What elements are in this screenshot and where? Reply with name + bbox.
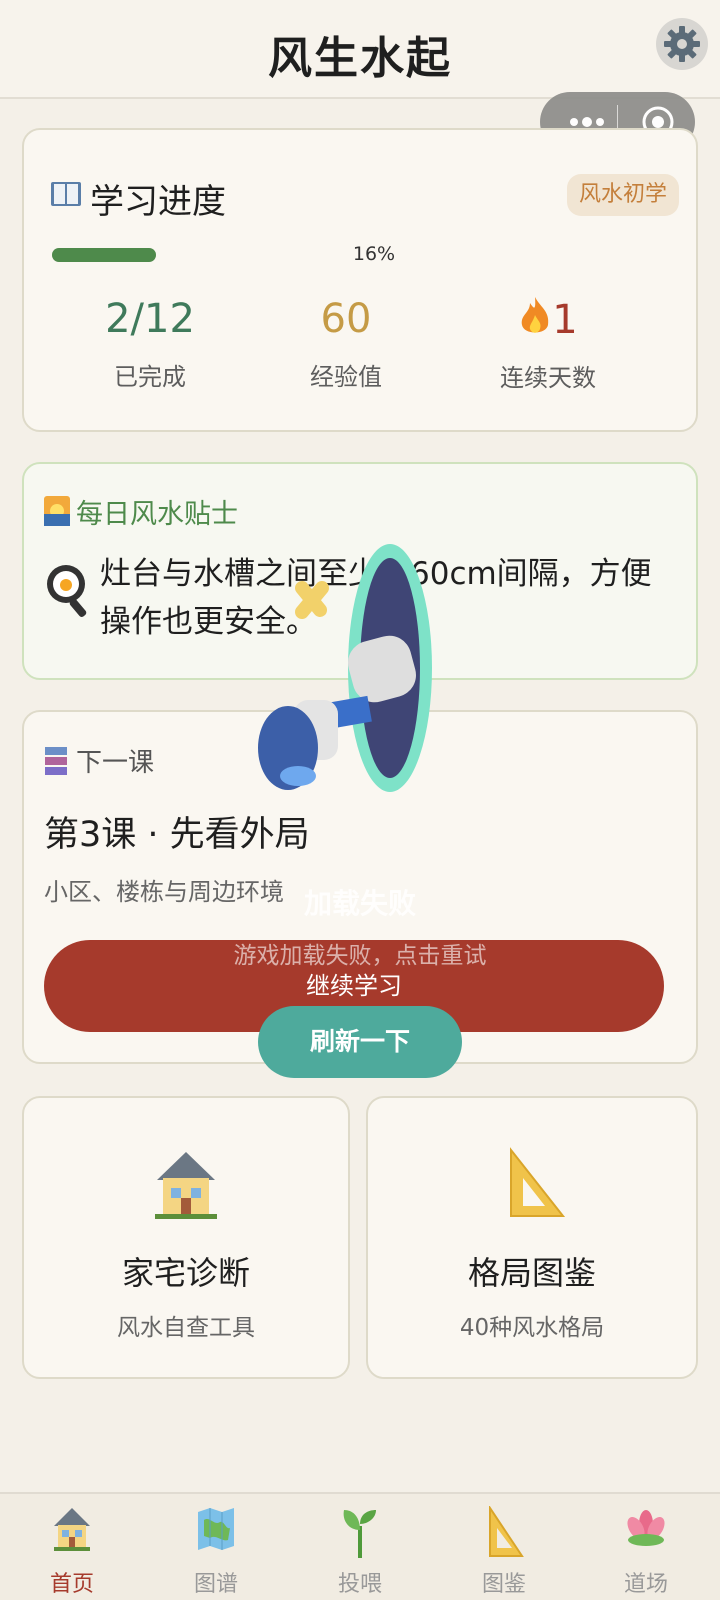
house-icon: [54, 1508, 90, 1551]
stat-streak: 1 连续天数: [448, 295, 648, 393]
triangle-ruler-icon: [510, 1147, 566, 1217]
stat-experience-value: 60: [320, 296, 372, 342]
tab-label-home: 首页: [49, 1572, 94, 1597]
tool-desc-gallery: 40种风水格局: [459, 1315, 605, 1341]
tab-dojo[interactable]: 道场: [596, 1506, 696, 1598]
load-fail-desc: 游戏加载失败，点击重试: [233, 943, 487, 969]
sprout-icon: [343, 1510, 376, 1558]
tab-gallery[interactable]: 图鉴: [454, 1506, 554, 1598]
fire-icon: [522, 297, 549, 333]
lesson-head: 下一课: [76, 748, 155, 778]
stat-completed-value: 2/12: [105, 296, 195, 342]
stat-streak-value: 1: [552, 297, 578, 343]
book-icon: [51, 182, 81, 206]
level-badge: 风水初学: [567, 174, 680, 216]
progress-title: 学习进度: [90, 182, 226, 222]
progress-bar: [52, 248, 156, 262]
stat-completed: 2/12 已完成: [50, 295, 250, 392]
progress-bar-fill: [52, 248, 156, 262]
stat-experience-label: 经验值: [310, 363, 382, 391]
portal-illustration: [258, 544, 432, 792]
tab-feed[interactable]: 投喂: [310, 1506, 410, 1598]
house-icon: [155, 1152, 217, 1219]
sunrise-icon: [44, 496, 70, 526]
tab-map[interactable]: 图谱: [166, 1506, 266, 1598]
gear-icon: [664, 26, 700, 62]
settings-button[interactable]: [656, 18, 708, 70]
map-icon: [198, 1508, 234, 1550]
tab-home[interactable]: 首页: [22, 1506, 122, 1598]
books-icon: [45, 747, 67, 775]
refresh-button[interactable]: 刷新一下: [258, 1006, 462, 1078]
stat-completed-label: 已完成: [114, 363, 186, 391]
page-title: 风生水起: [268, 33, 452, 84]
frying-pan-icon: [47, 565, 87, 618]
tab-label-map: 图谱: [193, 1572, 238, 1597]
tab-label-dojo: 道场: [623, 1572, 668, 1597]
tab-label-gallery: 图鉴: [481, 1572, 526, 1597]
tool-name-gallery: 格局图鉴: [467, 1254, 596, 1292]
progress-card: 学习进度 风水初学 16% 2/12 已完成 60 经验值 1 连续天数: [22, 128, 698, 432]
tab-label-feed: 投喂: [337, 1572, 382, 1597]
tip-title: 每日风水贴士: [76, 499, 238, 530]
load-fail-title: 加载失败: [303, 887, 416, 920]
stat-streak-row: 1: [448, 295, 648, 344]
progress-percent: 16%: [352, 243, 396, 265]
layout-gallery-card[interactable]: 格局图鉴 40种风水格局: [366, 1096, 698, 1379]
triangle-ruler-icon: [489, 1506, 524, 1557]
home-diagnosis-card[interactable]: 家宅诊断 风水自查工具: [22, 1096, 350, 1379]
stat-streak-label: 连续天数: [500, 364, 596, 392]
bottom-tab-bar: 首页 图谱 投喂 图鉴 道场: [0, 1492, 720, 1600]
stat-experience: 60 经验值: [246, 295, 446, 392]
tool-desc-diagnosis: 风水自查工具: [117, 1315, 255, 1341]
tool-name-diagnosis: 家宅诊断: [121, 1254, 250, 1292]
top-header: 风生水起: [0, 0, 720, 99]
lotus-icon: [627, 1510, 665, 1546]
